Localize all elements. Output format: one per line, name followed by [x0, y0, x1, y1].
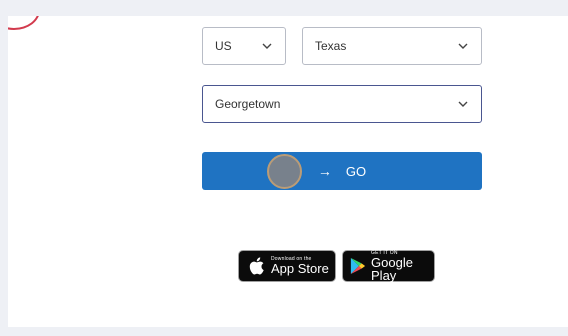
chevron-down-icon — [262, 43, 272, 49]
chevron-down-icon — [458, 43, 468, 49]
click-indicator — [267, 154, 302, 189]
arrow-right-icon: → — [317, 163, 332, 179]
app-store-big-text: App Store — [271, 261, 329, 276]
go-button[interactable]: → GO — [202, 152, 482, 190]
city-select-value: Georgetown — [215, 97, 281, 111]
step-marker — [8, 16, 40, 30]
state-select[interactable]: Texas — [302, 27, 482, 65]
google-play-icon — [350, 257, 366, 275]
state-select-value: Texas — [315, 39, 347, 53]
country-select-value: US — [215, 39, 232, 53]
go-button-label: GO — [345, 163, 367, 179]
page-content: US Texas Georgetown → GO Download on the… — [8, 16, 568, 327]
google-play-badge[interactable]: GET IT ON Google Play — [342, 250, 435, 282]
app-store-badge[interactable]: Download on the App Store — [238, 250, 336, 282]
country-select[interactable]: US — [202, 27, 286, 65]
apple-icon — [249, 257, 264, 275]
city-select[interactable]: Georgetown — [202, 85, 482, 123]
chevron-down-icon — [458, 101, 468, 107]
google-play-big-text: Google Play — [371, 254, 413, 283]
